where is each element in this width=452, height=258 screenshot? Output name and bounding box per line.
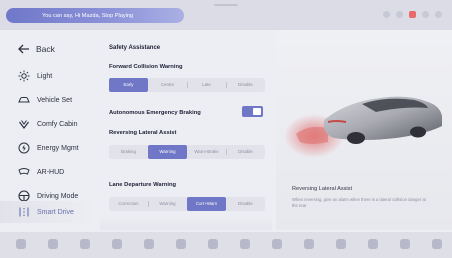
status-icons: [383, 11, 442, 18]
aeb-toggle[interactable]: [242, 106, 263, 117]
back-button[interactable]: Back: [0, 38, 96, 60]
rear-wheel: [347, 132, 365, 144]
safety-assistance-panel: Safety Assistance Forward Collision Warn…: [100, 30, 272, 230]
sidebar-item-ar-hud[interactable]: AR-HUD: [0, 161, 96, 183]
home-icon[interactable]: [16, 239, 26, 249]
fcw-title: Forward Collision Warning: [109, 64, 183, 70]
pull-down-handle[interactable]: [214, 4, 238, 6]
section-heading: Safety Assistance: [109, 45, 161, 51]
bluetooth-icon: [396, 11, 403, 18]
sidebar-item-comfy-cabin[interactable]: Comfy Cabin: [0, 113, 96, 135]
fcw-option-disable[interactable]: Disable: [226, 78, 265, 92]
user-icon[interactable]: [422, 11, 429, 18]
signal-icon: [383, 11, 390, 18]
rla-title: Reversing Lateral Assist: [109, 130, 177, 136]
notification-icon[interactable]: [409, 11, 416, 18]
ldw-option-corr-warn[interactable]: Corr+Warn: [187, 197, 226, 211]
preview-description: When reversing, give an alarm when there…: [292, 197, 426, 208]
feature-preview: Reversing Lateral Assist When reversing,…: [276, 30, 452, 230]
dock-icons: [16, 239, 442, 249]
seat-heat-icon[interactable]: [48, 239, 58, 249]
bottom-dock: [0, 232, 452, 258]
ac-icon[interactable]: [240, 239, 250, 249]
fan-speed-icon[interactable]: [336, 239, 346, 249]
ldw-title: Lane Departure Warning: [109, 182, 177, 188]
fcw-option-early[interactable]: Early: [109, 78, 148, 92]
sidebar-item-label: Smart Drive: [37, 208, 74, 216]
preview-title: Reversing Lateral Assist: [292, 186, 353, 192]
energy-icon: [18, 142, 30, 154]
tail-light: [327, 120, 347, 123]
sidebar-item-vehicle-set[interactable]: Vehicle Set: [0, 89, 96, 111]
recirculation-icon[interactable]: [272, 239, 282, 249]
light-icon: [18, 70, 30, 82]
sidebar-item-energy-mgmt[interactable]: Energy Mgmt: [0, 137, 96, 159]
air-flow-icon[interactable]: [144, 239, 154, 249]
rear-defrost-icon[interactable]: [304, 239, 314, 249]
clock-icon: [435, 11, 442, 18]
defrost-icon[interactable]: [176, 239, 186, 249]
temperature-icon[interactable]: [112, 239, 122, 249]
sidebar-item-light[interactable]: Light: [0, 65, 96, 87]
sidebar-item-label: Comfy Cabin: [37, 120, 78, 128]
fcw-segmented-control: Early Centre Late Disable: [109, 78, 265, 92]
sidebar-item-smart-drive[interactable]: Smart Drive: [0, 201, 96, 223]
front-wheel: [410, 126, 426, 138]
ldw-option-warning[interactable]: Warning: [148, 197, 187, 211]
rla-option-braking[interactable]: Braking: [109, 145, 148, 159]
fcw-option-late[interactable]: Late: [187, 78, 226, 92]
car-illustration: [284, 96, 442, 158]
sidebar-item-label: Driving Mode: [37, 192, 79, 200]
settings-screen: You can say, Hi Mazda, Stop Playing Back…: [0, 0, 452, 258]
scroll-fade: [100, 216, 272, 230]
toggle-knob: [253, 108, 261, 115]
ldw-option-correction[interactable]: Correction: [109, 197, 148, 211]
voice-assistant-banner[interactable]: You can say, Hi Mazda, Stop Playing: [6, 8, 184, 23]
sidebar-item-label: Vehicle Set: [37, 96, 73, 104]
sidebar-item-label: AR-HUD: [37, 168, 65, 176]
aeb-title: Autonomous Emergency Braking: [109, 110, 201, 116]
smart-drive-icon: [18, 206, 30, 218]
status-bar: You can say, Hi Mazda, Stop Playing: [0, 0, 452, 30]
fcw-option-centre[interactable]: Centre: [148, 78, 187, 92]
ldw-option-disable[interactable]: Disable: [226, 197, 265, 211]
sidebar-item-label: Energy Mgmt: [37, 144, 79, 152]
settings-sidebar: Back Light Vehicle Set Comfy Cabin Energ: [0, 30, 96, 228]
fan-icon[interactable]: [80, 239, 90, 249]
seat-cool-icon[interactable]: [400, 239, 410, 249]
sidebar-item-label: Light: [37, 72, 53, 80]
back-label: Back: [36, 44, 55, 54]
seat-icon: [18, 118, 30, 130]
rla-option-disable[interactable]: Disable: [226, 145, 265, 159]
volume-icon[interactable]: [432, 239, 442, 249]
voice-hint-text: You can say, Hi Mazda, Stop Playing: [42, 12, 134, 19]
ldw-segmented-control: Correction Warning Corr+Warn Disable: [109, 197, 265, 211]
passenger-temperature-icon[interactable]: [368, 239, 378, 249]
hud-icon: [18, 166, 30, 178]
rla-segmented-control: Braking Warning Warn+Brake Disable: [109, 145, 265, 159]
rla-option-warn-brake[interactable]: Warn+Brake: [187, 145, 226, 159]
car-icon: [18, 94, 30, 106]
car-icon[interactable]: [208, 239, 218, 249]
back-arrow-icon: [18, 43, 30, 55]
rla-option-warning[interactable]: Warning: [148, 145, 187, 159]
